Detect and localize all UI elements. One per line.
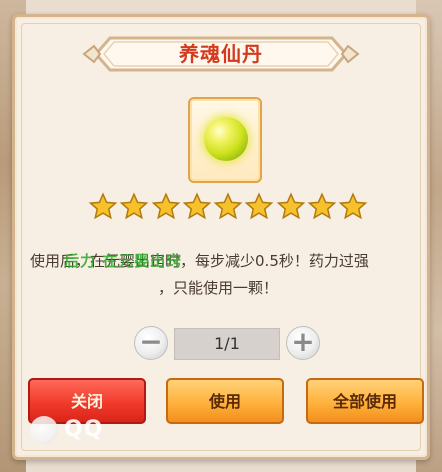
star-icon	[307, 192, 337, 220]
item-slot	[188, 97, 262, 183]
decrease-button[interactable]: −	[134, 326, 168, 360]
plus-icon: +	[291, 325, 315, 358]
use-all-button[interactable]: 全部使用	[306, 378, 424, 424]
dialog-title: 养魂仙丹	[179, 42, 263, 66]
star-icon	[338, 192, 368, 220]
minus-icon: −	[139, 325, 163, 358]
star-icon	[151, 192, 180, 220]
star-icon	[88, 192, 118, 220]
green-pill-orb-icon	[204, 117, 248, 161]
star-icon	[119, 192, 149, 220]
overlay-text: 后力 在元婴出窍	[64, 252, 183, 270]
qq-watermark: QQ	[30, 410, 150, 450]
star-icon	[244, 192, 274, 220]
star-rating	[88, 190, 368, 224]
quantity-stepper: − 1/1 +	[134, 324, 320, 364]
star-icon	[276, 192, 305, 220]
star-icon	[182, 192, 212, 220]
increase-button[interactable]: +	[286, 326, 320, 360]
description-line-2: ，只能使用一颗！	[158, 279, 279, 297]
use-button[interactable]: 使用	[166, 378, 284, 424]
title-banner: 养魂仙丹	[82, 28, 360, 80]
quantity-field[interactable]: 1/1	[174, 328, 280, 360]
watermark-text: QQ	[64, 417, 104, 442]
star-icon	[213, 192, 243, 220]
qq-logo-icon	[30, 416, 58, 444]
